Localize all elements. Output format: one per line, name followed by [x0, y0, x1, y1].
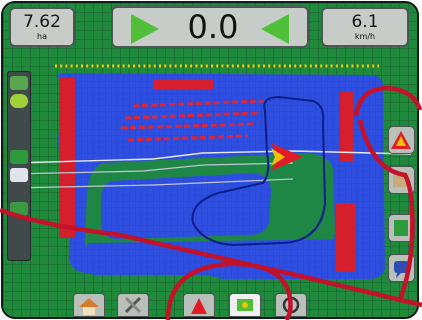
speed-value: 6.1 — [351, 12, 379, 32]
swath-icon — [393, 173, 409, 187]
headland-left — [59, 78, 75, 238]
guidance-icon — [191, 298, 207, 314]
cross-track-display[interactable]: 0.0 — [111, 6, 309, 48]
marker-point-icon — [237, 299, 253, 311]
view-perspective-icon[interactable] — [10, 150, 28, 164]
bottom-toolbar — [3, 291, 417, 317]
tools-icon — [124, 296, 142, 314]
coverage-inner-blue — [101, 173, 271, 239]
swath-button[interactable] — [388, 166, 415, 194]
guidance-mode-icon — [391, 131, 411, 149]
home-icon — [79, 298, 99, 315]
marker-icon[interactable] — [10, 168, 28, 182]
headland-right-top — [340, 91, 354, 161]
right-tool-panel — [388, 118, 416, 288]
cross-track-value: 0.0 — [187, 8, 239, 46]
speed-unit: km/h — [354, 32, 376, 41]
boundary-settings-button[interactable] — [388, 214, 415, 242]
steering-button[interactable] — [275, 293, 307, 317]
screenshot-frame: 7.62 ha 0.0 6.1 km/h — [0, 0, 422, 320]
area-unit: ha — [37, 32, 47, 41]
speed-display[interactable]: 6.1 km/h — [321, 7, 409, 47]
gps-status-icon[interactable] — [10, 76, 28, 90]
left-tool-panel — [7, 71, 31, 261]
status-bar: 7.62 ha 0.0 6.1 km/h — [3, 3, 417, 51]
area-display[interactable]: 7.62 ha — [9, 7, 75, 47]
headland-right-bottom — [336, 203, 356, 271]
zoom-extents-icon[interactable] — [10, 94, 28, 108]
chat-button[interactable] — [388, 254, 415, 282]
steer-left-arrow-icon — [261, 14, 289, 44]
home-button[interactable] — [73, 293, 105, 317]
guidance-button[interactable] — [183, 293, 215, 317]
coverage-bottom-strip — [81, 239, 362, 275]
steering-icon — [282, 296, 300, 314]
area-value: 7.62 — [23, 12, 61, 32]
tools-button[interactable] — [117, 293, 149, 317]
display-device: 7.62 ha 0.0 6.1 km/h — [1, 1, 419, 319]
boundary-icon[interactable] — [10, 202, 28, 216]
headland-top — [153, 79, 213, 89]
chat-icon — [394, 261, 409, 278]
boundary-settings-icon — [394, 220, 408, 236]
guidance-mode-button[interactable] — [388, 126, 415, 154]
steer-right-arrow-icon — [131, 14, 159, 44]
marker-point-button[interactable] — [229, 293, 261, 317]
